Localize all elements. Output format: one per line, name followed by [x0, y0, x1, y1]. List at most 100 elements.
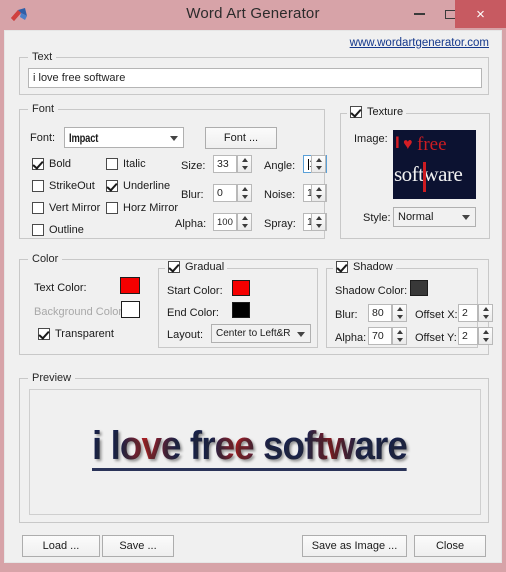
close-icon: × [476, 5, 485, 23]
gradual-layout-combo[interactable]: Center to Left&R [211, 324, 311, 343]
stepper-up-icon[interactable] [393, 328, 406, 336]
stepper-up-icon[interactable] [393, 305, 406, 313]
transparent-label: Transparent [55, 328, 114, 340]
close-window-button[interactable]: × [455, 0, 506, 28]
alpha-input[interactable]: 100 [213, 213, 237, 231]
stepper-down-icon[interactable] [312, 164, 325, 172]
stepper-down-icon[interactable] [238, 164, 251, 172]
stepper-down-icon[interactable] [393, 313, 406, 321]
checkbox-vert-mirror[interactable]: Vert Mirror [32, 202, 100, 214]
preview-canvas[interactable]: i love free software [29, 389, 481, 515]
checkbox-shadow[interactable]: Shadow [333, 261, 396, 273]
texture-image-thumbnail[interactable]: I ♥ free software [393, 130, 476, 199]
stepper-up-icon[interactable] [238, 156, 251, 164]
title-bar: Word Art Generator × [0, 0, 506, 30]
website-link[interactable]: www.wordartgenerator.com [350, 37, 489, 49]
stepper-down-icon[interactable] [238, 193, 251, 201]
alpha-label: Alpha: [175, 218, 207, 230]
stepper-up-icon[interactable] [312, 185, 325, 193]
offset-x-stepper[interactable] [478, 304, 493, 322]
preview-group-caption: Preview [28, 372, 76, 384]
stepper-up-icon[interactable] [312, 214, 325, 222]
font-family-combo[interactable]: Impact [64, 127, 184, 148]
checkbox-bold[interactable]: Bold [32, 158, 71, 170]
start-color-label: Start Color: [167, 285, 223, 297]
offset-y-label: Offset Y: [415, 332, 457, 344]
shadow-group: Shadow Shadow Color: Blur: 80 Offset X: … [326, 261, 493, 348]
minimize-button[interactable] [404, 0, 435, 28]
shadow-alpha-stepper[interactable] [392, 327, 407, 345]
layout-label: Layout: [167, 329, 204, 341]
stepper-down-icon[interactable] [312, 193, 325, 201]
shadow-blur-stepper[interactable] [392, 304, 407, 322]
offset-y-stepper[interactable] [478, 327, 493, 345]
stepper-up-icon[interactable] [312, 156, 325, 164]
checkbox-box [106, 158, 118, 170]
checkbox-box [38, 328, 50, 340]
gradual-layout-value: Center to Left&R [216, 328, 291, 339]
checkbox-underline[interactable]: Underline [106, 180, 170, 192]
texture-red-bar [423, 162, 426, 192]
checkbox-transparent[interactable]: Transparent [38, 328, 114, 340]
shadow-group-caption: Shadow [353, 261, 393, 273]
noise-stepper[interactable] [311, 184, 326, 202]
stepper-up-icon[interactable] [238, 185, 251, 193]
end-color-swatch[interactable] [232, 302, 250, 318]
checkbox-box [168, 261, 180, 273]
texture-style-label: Style: [363, 212, 391, 224]
text-color-label: Text Color: [34, 282, 87, 294]
stepper-up-icon[interactable] [238, 214, 251, 222]
size-input[interactable]: 33 [213, 155, 237, 173]
text-group-caption: Text [28, 51, 57, 63]
shadow-alpha-input[interactable]: 70 [368, 327, 392, 345]
checkbox-italic[interactable]: Italic [106, 158, 146, 170]
checkbox-label: Horz Mirror [123, 202, 178, 214]
blur-stepper[interactable] [237, 184, 252, 202]
color-group-caption: Color [28, 253, 63, 265]
text-color-swatch[interactable] [120, 277, 140, 294]
texture-image-label: Image: [354, 133, 388, 145]
load-button[interactable]: Load ... [22, 535, 100, 557]
checkbox-texture[interactable]: Texture [347, 106, 407, 118]
save-as-image-button[interactable]: Save as Image ... [302, 535, 407, 557]
font-group-caption: Font [28, 103, 59, 115]
checkbox-box [32, 224, 44, 236]
font-chooser-button[interactable]: Font ... [205, 127, 277, 149]
texture-style-value: Normal [398, 211, 434, 223]
texture-i: I [395, 133, 400, 152]
color-group: Color Text Color: Background Color: Tran… [19, 253, 493, 355]
checkbox-strikeout[interactable]: StrikeOut [32, 180, 95, 192]
font-family-value: Impact [69, 130, 99, 145]
texture-style-combo[interactable]: Normal [393, 207, 476, 227]
close-button[interactable]: Close [414, 535, 486, 557]
offset-x-input[interactable]: 2 [458, 304, 478, 322]
alpha-stepper[interactable] [237, 213, 252, 231]
gradual-group-caption: Gradual [185, 261, 225, 273]
texture-group: Texture Image: I ♥ free software Style: … [340, 106, 490, 239]
blur-input[interactable]: 0 [213, 184, 237, 202]
stepper-down-icon[interactable] [238, 222, 251, 230]
start-color-swatch[interactable] [232, 280, 250, 296]
stepper-down-icon[interactable] [312, 222, 325, 230]
text-input[interactable]: i love free software [28, 68, 482, 88]
save-button[interactable]: Save ... [102, 535, 174, 557]
stepper-down-icon[interactable] [479, 313, 492, 321]
spray-stepper[interactable] [311, 213, 326, 231]
shadow-blur-input[interactable]: 80 [368, 304, 392, 322]
stepper-up-icon[interactable] [479, 305, 492, 313]
stepper-down-icon[interactable] [479, 336, 492, 344]
size-stepper[interactable] [237, 155, 252, 173]
offset-x-label: Offset X: [415, 309, 458, 321]
checkbox-box [336, 261, 348, 273]
background-color-swatch [121, 301, 140, 318]
checkbox-outline[interactable]: Outline [32, 224, 84, 236]
angle-stepper[interactable] [311, 155, 326, 173]
checkbox-horz-mirror[interactable]: Horz Mirror [106, 202, 178, 214]
stepper-down-icon[interactable] [393, 336, 406, 344]
offset-y-input[interactable]: 2 [458, 327, 478, 345]
stepper-up-icon[interactable] [479, 328, 492, 336]
checkbox-label: Bold [49, 158, 72, 170]
checkbox-label: Vert Mirror [49, 202, 101, 214]
checkbox-gradual[interactable]: Gradual [165, 261, 228, 273]
shadow-color-swatch[interactable] [410, 280, 428, 296]
